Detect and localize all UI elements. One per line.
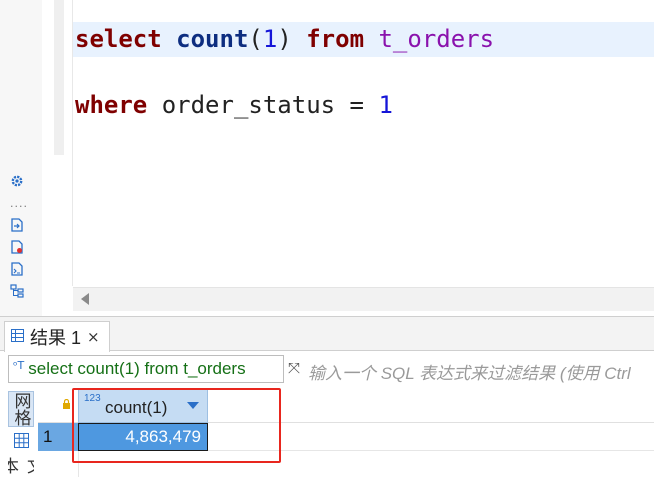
table-row[interactable]: 1 4,863,479 [38, 423, 654, 451]
query-text-box[interactable]: ᵒT select count(1) from t_orders [8, 355, 284, 383]
paren-open: ( [248, 25, 263, 53]
sql-icon: ᵒT [13, 358, 25, 372]
keyword-select: select [75, 25, 162, 53]
tab-text-view[interactable]: 文本 [8, 457, 34, 477]
grid-icon [11, 328, 24, 346]
settings-icon[interactable] [8, 172, 26, 190]
column-header-label: count(1) [105, 398, 168, 417]
row-number-cell[interactable]: 1 [38, 423, 78, 451]
code-line-1[interactable]: select count(1) from t_orders [75, 22, 494, 56]
keyword-where: where [75, 91, 148, 119]
table-icon[interactable] [8, 429, 34, 451]
outline-icon[interactable] [8, 282, 26, 300]
results-filter-bar: ᵒT select count(1) from t_orders ⤧ 输入一个 … [8, 355, 654, 385]
number-literal: 1 [378, 91, 393, 119]
query-text: select count(1) from t_orders [28, 359, 246, 378]
results-grid: 123 count(1) 1 4,863,479 [38, 389, 654, 477]
results-view-switcher: 网格 文本 [8, 391, 34, 477]
filter-input[interactable]: 输入一个 SQL 表达式来过滤结果 (使用 Ctrl [308, 359, 631, 384]
tab-result-1[interactable]: 结果 1 × [4, 321, 110, 352]
gutter-dots: .... [10, 197, 28, 210]
editor-horizontal-scrollbar[interactable] [73, 287, 654, 311]
row-number-header[interactable] [38, 389, 78, 423]
column-header-count[interactable]: 123 count(1) [78, 389, 208, 423]
export-icon[interactable] [8, 216, 26, 234]
editor-line-gutter [54, 0, 64, 155]
tab-grid-view[interactable]: 网格 [8, 391, 34, 427]
expand-icon[interactable]: ⤧ [288, 359, 300, 377]
number-literal: 1 [262, 25, 278, 53]
value-cell[interactable]: 4,863,479 [78, 423, 208, 451]
grid-header-row: 123 count(1) [38, 389, 654, 423]
table-name: t_orders [378, 25, 495, 53]
sql-editor[interactable]: select count(1) from t_orders where orde… [0, 0, 654, 316]
close-icon[interactable]: × [87, 328, 100, 346]
results-tabbar: 结果 1 × [0, 317, 654, 352]
grid-divider [78, 451, 79, 477]
lock-icon [62, 398, 71, 412]
results-panel: 结果 1 × ᵒT select count(1) from t_orders … [0, 316, 654, 477]
function-count: count [176, 25, 249, 53]
keyword-from: from [306, 25, 365, 53]
number-type-icon: 123 [84, 393, 101, 404]
operator-equals: = [349, 91, 364, 119]
sort-dropdown-icon[interactable] [187, 402, 199, 409]
file-error-icon[interactable] [8, 238, 26, 256]
code-line-2[interactable]: where order_status = 1 [75, 88, 393, 122]
script-icon[interactable] [8, 260, 26, 278]
scroll-left-arrow-icon[interactable] [81, 293, 89, 305]
paren-close: ) [277, 25, 292, 53]
tab-label: 结果 1 [30, 328, 82, 348]
column-name: order_status [161, 91, 336, 119]
